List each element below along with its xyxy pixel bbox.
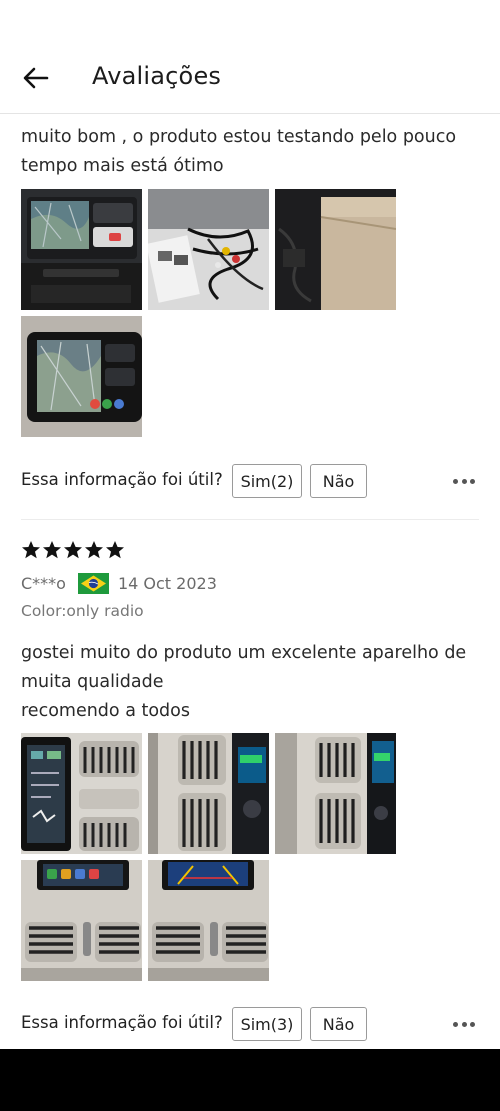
- review-date: 14 Oct 2023: [117, 573, 217, 593]
- arrow-left-icon: [23, 67, 49, 89]
- helpful-no-button[interactable]: Não: [310, 464, 367, 498]
- review-photo[interactable]: [148, 733, 269, 854]
- helpful-row: Essa informação foi útil? Sim(3) Não: [21, 1007, 481, 1041]
- review-text-line: tempo mais está ótimo: [21, 156, 224, 176]
- helpful-row: Essa informação foi útil? Sim(2) Não: [21, 464, 481, 498]
- review-photo[interactable]: [21, 860, 142, 981]
- helpful-no-button[interactable]: Não: [310, 1007, 367, 1041]
- review-photo[interactable]: [21, 189, 142, 310]
- review-photo[interactable]: [21, 316, 142, 437]
- review-text: gostei muito do produto um excelente apa…: [21, 639, 486, 726]
- review-photo[interactable]: [21, 733, 142, 854]
- star-icon: [43, 541, 61, 559]
- reviewer-info: C***o 14 Oct 2023: [21, 572, 217, 594]
- star-icon: [22, 541, 40, 559]
- more-horizontal-icon[interactable]: [453, 472, 475, 490]
- review-photo[interactable]: [275, 189, 396, 310]
- page-title: Avaliações: [92, 62, 222, 90]
- review-photo[interactable]: [148, 189, 269, 310]
- review-divider: [21, 519, 479, 520]
- review-text: muito bom , o produto estou testando pel…: [21, 123, 486, 181]
- review-text-line: recomendo a todos: [21, 701, 190, 721]
- review-text-line: gostei muito do produto um excelente apa…: [21, 643, 467, 663]
- brazil-flag-icon: [77, 572, 109, 594]
- helpful-yes-button[interactable]: Sim(3): [232, 1007, 302, 1041]
- review-text-line: muito bom , o produto estou testando pel…: [21, 127, 457, 147]
- more-horizontal-icon[interactable]: [453, 1015, 475, 1033]
- star-rating: [21, 540, 125, 560]
- review-text-line: muita qualidade: [21, 672, 164, 692]
- star-icon: [64, 541, 82, 559]
- review-photo[interactable]: [275, 733, 396, 854]
- app-header: Avaliações: [0, 0, 500, 114]
- star-icon: [106, 541, 124, 559]
- back-button[interactable]: [18, 60, 54, 96]
- helpful-yes-button[interactable]: Sim(2): [232, 464, 302, 498]
- reviewer-name: C***o: [21, 573, 66, 593]
- star-icon: [85, 541, 103, 559]
- helpful-question: Essa informação foi útil?: [21, 1013, 223, 1032]
- helpful-question: Essa informação foi útil?: [21, 470, 223, 489]
- system-navigation-bar: [0, 1049, 500, 1111]
- review-photo[interactable]: [148, 860, 269, 981]
- product-variant: Color:only radio: [21, 602, 144, 620]
